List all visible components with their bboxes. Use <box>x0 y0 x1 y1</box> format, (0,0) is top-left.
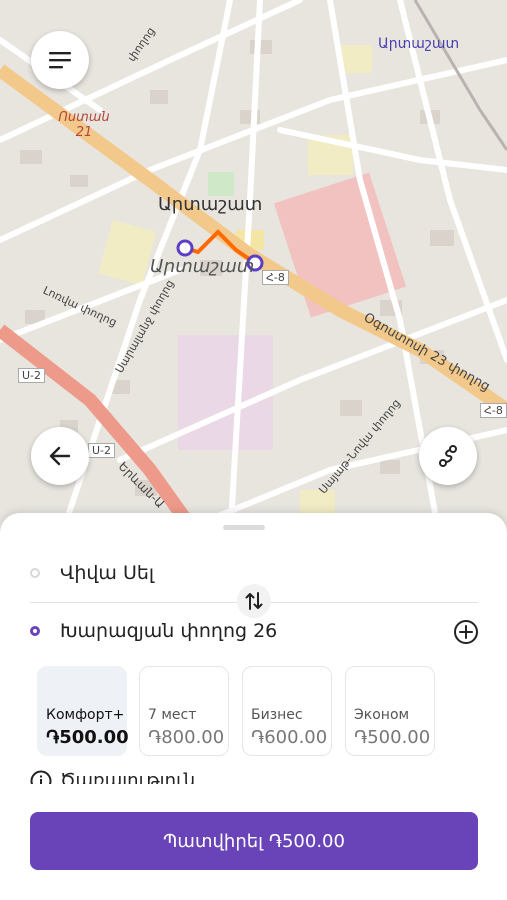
to-address-row[interactable]: Խարազյան փողոց 26 <box>30 616 277 646</box>
from-address: Վիվա Սել <box>60 562 155 584</box>
menu-icon <box>49 52 71 69</box>
swap-vertical-icon <box>245 592 263 610</box>
back-button[interactable] <box>31 427 89 485</box>
service-info-row[interactable]: Ծառայություն <box>30 770 195 784</box>
sheet-drag-handle[interactable] <box>223 525 265 530</box>
tariff-price: ֏600.00 <box>251 727 328 748</box>
route-button[interactable] <box>419 427 477 485</box>
tariff-name: Бизнес <box>251 707 303 723</box>
menu-button[interactable] <box>31 31 89 89</box>
tariff-card[interactable]: Эконом ֏500.00 <box>345 666 435 756</box>
map-label-district: Ոստան 21 <box>58 110 110 140</box>
route-start-marker <box>176 239 194 257</box>
map-label-city: Արտաշատ <box>378 36 460 52</box>
to-dot-icon <box>30 626 40 636</box>
tariff-card[interactable]: Бизнес ֏600.00 <box>242 666 332 756</box>
road-badge: U-2 <box>88 443 116 458</box>
road-badge: Հ-8 <box>480 403 507 418</box>
tariff-card[interactable]: Комфорт+ ֏500.00 <box>37 666 129 756</box>
tariff-name: Эконом <box>354 707 410 723</box>
tariff-card[interactable]: 7 мест ֏800.00 <box>139 666 229 756</box>
order-button[interactable]: Պատվիրել ֏500.00 <box>30 812 478 870</box>
arrow-left-icon <box>49 446 71 466</box>
tariff-price: ֏500.00 <box>354 727 431 748</box>
from-address-row[interactable]: Վիվա Սել <box>30 558 154 588</box>
plus-circle-icon <box>454 620 478 644</box>
map[interactable]: Արտաշատ Ոստան 21 Արտաշատ Արտաշատ Հ-8 Հ-8… <box>0 0 507 540</box>
tariff-price: ֏800.00 <box>148 727 225 748</box>
info-icon <box>30 770 52 784</box>
from-dot-icon <box>30 568 40 578</box>
tariff-name: Комфорт+ <box>46 707 125 723</box>
route-icon <box>439 445 457 467</box>
service-info-label: Ծառայություն <box>60 770 196 784</box>
road-badge: Հ-8 <box>262 270 289 285</box>
map-label-center-italic: Արտաշատ <box>150 256 255 277</box>
road-badge: U-2 <box>18 368 46 383</box>
map-label-center: Արտաշատ <box>158 194 263 215</box>
tariff-name: 7 мест <box>148 707 197 723</box>
tariff-price: ֏500.00 <box>46 727 129 748</box>
add-stop-button[interactable] <box>453 619 479 645</box>
to-address: Խարազյան փողոց 26 <box>60 620 278 642</box>
swap-button[interactable] <box>237 584 271 618</box>
